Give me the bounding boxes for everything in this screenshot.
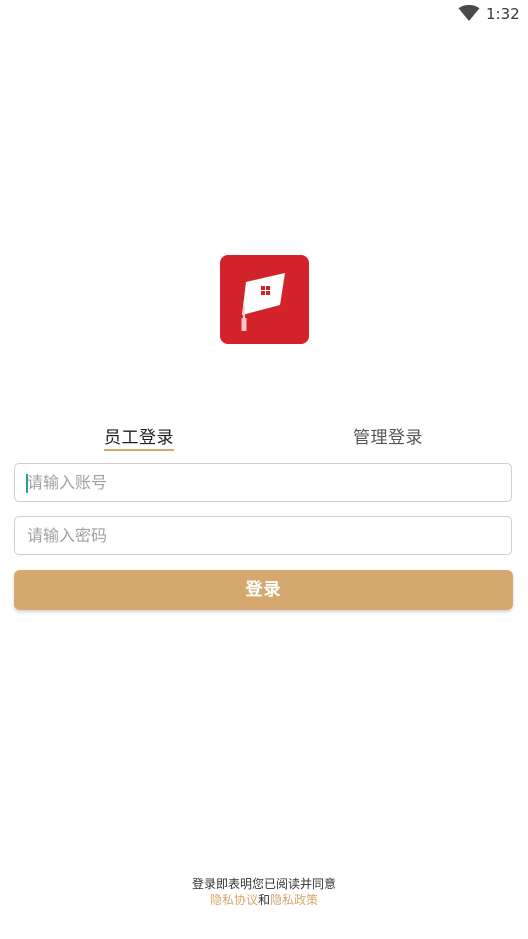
text-caret	[26, 474, 28, 493]
privacy-agreement-link[interactable]: 隐私协议	[210, 893, 258, 907]
wifi-icon	[458, 4, 480, 21]
tab-staff-login[interactable]: 员工登录	[104, 426, 174, 450]
account-field	[14, 463, 512, 502]
status-bar: 1:32	[0, 0, 528, 28]
password-field	[14, 516, 512, 555]
and-text: 和	[257, 893, 270, 907]
agreement-links: 隐私协议和隐私政策	[0, 892, 528, 908]
active-tab-indicator	[104, 449, 174, 451]
app-logo	[220, 255, 309, 344]
privacy-policy-link[interactable]: 隐私政策	[270, 893, 318, 907]
agreement-text: 登录即表明您已阅读并同意	[191, 877, 336, 891]
password-input[interactable]	[15, 517, 511, 554]
footer-agreement: 登录即表明您已阅读并同意 隐私协议和隐私政策	[0, 876, 528, 908]
account-input[interactable]	[15, 464, 511, 501]
tab-admin-login[interactable]: 管理登录	[353, 426, 423, 450]
login-button[interactable]: 登录	[14, 570, 513, 610]
status-time: 1:32	[486, 5, 520, 23]
graduation-cap-icon	[241, 273, 285, 331]
